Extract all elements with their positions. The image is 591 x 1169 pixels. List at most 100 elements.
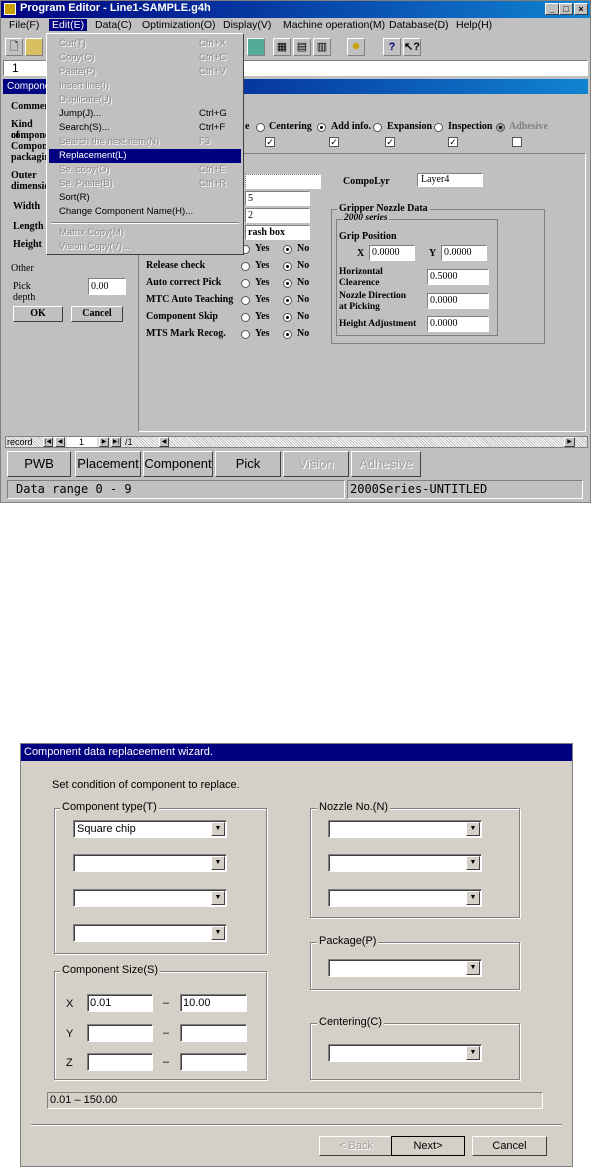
centering-radio[interactable] bbox=[256, 123, 265, 132]
new-file-icon[interactable]: 🗋 bbox=[5, 38, 23, 56]
nozzle-combo-2[interactable]: ▼ bbox=[328, 854, 482, 872]
height-adjustment-field[interactable]: 0.0000 bbox=[427, 316, 489, 332]
menu-database[interactable]: Database(D) bbox=[389, 19, 449, 31]
next-record-icon[interactable]: ▶ bbox=[99, 437, 109, 447]
outer-label-2: dimensio bbox=[11, 181, 50, 192]
menu-item-jump[interactable]: Jump(J)... Ctrl+G bbox=[49, 107, 241, 121]
release-check-yes-radio[interactable] bbox=[241, 262, 250, 271]
first-record-icon[interactable]: |◀ bbox=[43, 437, 53, 447]
length-field[interactable]: 2 bbox=[245, 208, 310, 223]
context-help-icon[interactable]: ↖? bbox=[403, 38, 421, 56]
package-combo[interactable]: ▼ bbox=[328, 959, 482, 977]
prev-record-icon[interactable]: ◀ bbox=[55, 437, 65, 447]
chevron-down-icon[interactable]: ▼ bbox=[466, 891, 480, 905]
menu-display[interactable]: Display(V) bbox=[223, 19, 271, 31]
menu-item-change-component-name[interactable]: Change Component Name(H)... bbox=[49, 205, 241, 219]
tab-placement[interactable]: Placement bbox=[75, 451, 141, 477]
record-number[interactable]: 1 bbox=[67, 437, 97, 447]
component-type-combo-3[interactable]: ▼ bbox=[73, 889, 227, 907]
horizontal-clearance-field[interactable]: 0.5000 bbox=[427, 269, 489, 285]
menu-edit[interactable]: Edit(E) bbox=[49, 19, 88, 31]
width-field[interactable]: 5 bbox=[245, 191, 310, 206]
menu-item-sort[interactable]: Sort(R) bbox=[49, 191, 241, 205]
size-y-to-field[interactable] bbox=[180, 1024, 247, 1042]
chevron-down-icon[interactable]: ▼ bbox=[211, 856, 225, 870]
nozzle-combo-1[interactable]: ▼ bbox=[328, 820, 482, 838]
maximize-icon[interactable]: □ bbox=[559, 3, 573, 15]
chevron-down-icon[interactable]: ▼ bbox=[466, 961, 480, 975]
package-field[interactable]: rash box bbox=[245, 225, 310, 240]
mts-no-radio[interactable] bbox=[283, 330, 292, 339]
checkbox-2[interactable]: ✓ bbox=[329, 137, 339, 147]
comment-field[interactable] bbox=[245, 174, 321, 189]
menu-machine-operation[interactable]: Machine operation(M) bbox=[283, 19, 385, 31]
auto-correct-no-label: No bbox=[297, 277, 310, 288]
component-type-combo-2[interactable]: ▼ bbox=[73, 854, 227, 872]
next-button[interactable]: Next> bbox=[391, 1136, 465, 1156]
auto-correct-yes-radio[interactable] bbox=[241, 279, 250, 288]
expansion-radio[interactable] bbox=[373, 123, 382, 132]
size-z-to-field[interactable] bbox=[180, 1053, 247, 1071]
size-z-from-field[interactable] bbox=[87, 1053, 153, 1071]
last-record-icon[interactable]: ▶| bbox=[111, 437, 121, 447]
size-x-from-field[interactable]: 0.01 bbox=[87, 994, 153, 1012]
lightbulb-icon[interactable]: ✹ bbox=[347, 38, 365, 56]
tab-component[interactable]: Component bbox=[143, 451, 213, 477]
chevron-down-icon[interactable]: ▼ bbox=[211, 822, 225, 836]
help-icon[interactable]: ? bbox=[383, 38, 401, 56]
chevron-down-icon[interactable]: ▼ bbox=[466, 1046, 480, 1060]
nozzle-direction-field[interactable]: 0.0000 bbox=[427, 293, 489, 309]
component-type-combo-4[interactable]: ▼ bbox=[73, 924, 227, 942]
add-info-label: Add info. bbox=[331, 121, 372, 132]
open-folder-icon[interactable] bbox=[25, 38, 43, 56]
menu-item-replacement[interactable]: Replacement(L) bbox=[49, 149, 241, 163]
scroll-right-icon[interactable]: ▶ bbox=[564, 437, 575, 447]
grid-icon-1[interactable]: ▦ bbox=[273, 38, 291, 56]
inspection-radio[interactable] bbox=[434, 123, 443, 132]
mtc-yes-radio[interactable] bbox=[241, 296, 250, 305]
release-check-no-radio[interactable] bbox=[283, 262, 292, 271]
option-0-no-radio[interactable] bbox=[283, 245, 292, 254]
cancel-button[interactable]: Cancel bbox=[71, 306, 123, 322]
mts-yes-label: Yes bbox=[255, 328, 270, 339]
skip-no-radio[interactable] bbox=[283, 313, 292, 322]
scroll-left-icon[interactable]: ◀ bbox=[159, 437, 169, 447]
tab-pick[interactable]: Pick bbox=[215, 451, 281, 477]
size-y-from-field[interactable] bbox=[87, 1024, 153, 1042]
checkbox-5[interactable] bbox=[512, 137, 522, 147]
grip-y-field[interactable]: 0.0000 bbox=[441, 245, 487, 261]
add-info-radio[interactable] bbox=[317, 123, 326, 132]
checkbox-3[interactable]: ✓ bbox=[385, 137, 395, 147]
cancel-wizard-button[interactable]: Cancel bbox=[472, 1136, 547, 1156]
nozzle-combo-3[interactable]: ▼ bbox=[328, 889, 482, 907]
compo-lyr-field[interactable]: Layer4 bbox=[417, 173, 483, 187]
minimize-icon[interactable]: _ bbox=[545, 3, 559, 15]
checkbox-1[interactable]: ✓ bbox=[265, 137, 275, 147]
size-x-to-field[interactable]: 10.00 bbox=[180, 994, 247, 1012]
chart-icon[interactable] bbox=[247, 38, 265, 56]
grid-icon-3[interactable]: ▥ bbox=[313, 38, 331, 56]
tab-pwb[interactable]: PWB bbox=[7, 451, 71, 477]
checkbox-4[interactable]: ✓ bbox=[448, 137, 458, 147]
mtc-no-radio[interactable] bbox=[283, 296, 292, 305]
grid-icon-2[interactable]: ▤ bbox=[293, 38, 311, 56]
menu-help[interactable]: Help(H) bbox=[456, 19, 492, 31]
component-type-combo-1[interactable]: Square chip ▼ bbox=[73, 820, 227, 838]
skip-yes-radio[interactable] bbox=[241, 313, 250, 322]
auto-correct-no-radio[interactable] bbox=[283, 279, 292, 288]
ok-button[interactable]: OK bbox=[13, 306, 63, 322]
close-icon[interactable]: × bbox=[574, 3, 588, 15]
chevron-down-icon[interactable]: ▼ bbox=[211, 926, 225, 940]
mts-yes-radio[interactable] bbox=[241, 330, 250, 339]
grip-x-field[interactable]: 0.0000 bbox=[369, 245, 415, 261]
chevron-down-icon[interactable]: ▼ bbox=[466, 822, 480, 836]
chevron-down-icon[interactable]: ▼ bbox=[211, 891, 225, 905]
pick-depth-field[interactable]: 0.00 bbox=[88, 278, 126, 295]
menu-item-search[interactable]: Search(S)... Ctrl+F bbox=[49, 121, 241, 135]
menu-optimization[interactable]: Optimization(O) bbox=[142, 19, 216, 31]
centering-combo[interactable]: ▼ bbox=[328, 1044, 482, 1062]
chevron-down-icon[interactable]: ▼ bbox=[466, 856, 480, 870]
size-x-dash: – bbox=[163, 997, 170, 1009]
menu-data[interactable]: Data(C) bbox=[95, 19, 132, 31]
menu-file[interactable]: File(F) bbox=[9, 19, 39, 31]
